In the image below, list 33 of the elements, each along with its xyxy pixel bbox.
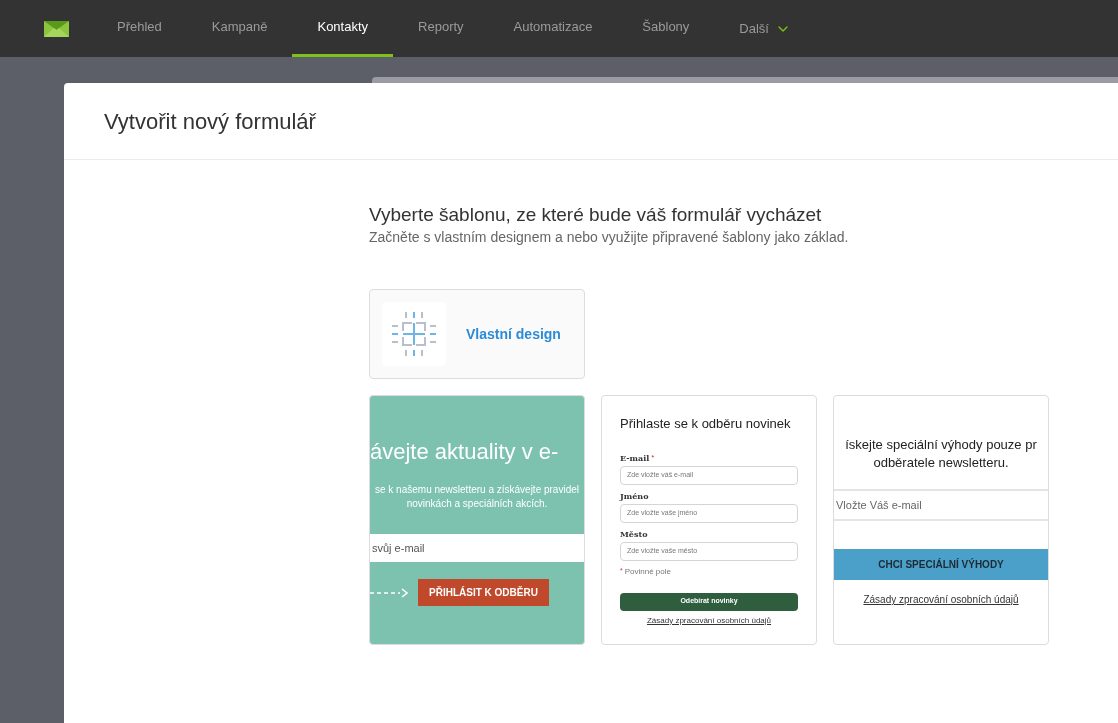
special-offer-preview-button: CHCI SPECIÁLNÍ VÝHODY xyxy=(834,549,1048,580)
field-label: Město xyxy=(620,527,648,540)
required-note: Povinné pole xyxy=(624,565,671,578)
privacy-link: Zásady zpracování osobních údajů xyxy=(645,614,773,627)
preview-title: Přihlaste se k odběru novinek xyxy=(620,415,792,433)
preview-text: novinkách a speciálních akcích. xyxy=(405,497,549,511)
section-heading: Vyberte šablonu, ze které bude váš formulář vycházet xyxy=(369,203,823,227)
preview-text: ískejte speciální výhody pouze pr xyxy=(844,436,1038,454)
preview-text: odběratele newsletteru. xyxy=(872,454,1010,472)
envelope-logo-icon[interactable] xyxy=(44,20,69,37)
email-field: Vložte Váš e-mail xyxy=(834,489,1048,521)
field-label: E-mail xyxy=(620,451,650,464)
section-subheading: Začněte s vlastním designem a nebo využijte připravené šablony jako základ. xyxy=(369,228,850,247)
email-field: svůj e-mail xyxy=(370,534,584,562)
more-menu-button[interactable]: Další xyxy=(739,0,791,57)
dashed-arrow-icon xyxy=(370,587,408,598)
required-mark: * xyxy=(651,451,655,464)
template-preview[interactable]: ískejte speciální výhody pouze pr odběratele newsletteru. Vložte Váš e-mail CHCI SPECIÁLNÍ VÝHODY Zásady zpracování osobních údajů xyxy=(833,395,1049,645)
subscribe-preview-button: PŘIHLÁSIT K ODBĚRU xyxy=(418,579,549,606)
preview-text: se k našemu newsletteru a získávejte pravidel xyxy=(374,483,580,497)
layout-grid-icon xyxy=(382,302,446,366)
nav-tab[interactable]: Kontakty xyxy=(292,0,394,57)
template-preview[interactable]: ávejte aktuality v e- se k našemu newsletteru a získávejte pravidel novinkách a speciálních akcích. svůj e-mail PŘIHLÁSIT K ODBĚRU xyxy=(369,395,585,645)
custom-design-card[interactable]: Vlastní design xyxy=(369,289,585,379)
modal-title: Vytvořit nový formulář xyxy=(104,107,316,136)
nav-tab[interactable]: Kampaně xyxy=(186,0,293,57)
field-label: Jméno xyxy=(620,489,649,502)
nav-tab[interactable]: Automatizace xyxy=(488,0,618,57)
nav-tab[interactable]: Přehled xyxy=(92,0,187,57)
preview-title: ávejte aktuality v e- xyxy=(370,441,560,463)
privacy-link: Zásady zpracování osobních údajů xyxy=(862,593,1020,607)
nav-tab[interactable]: Reporty xyxy=(393,0,489,57)
nav-tab[interactable]: Šablony xyxy=(617,0,715,57)
